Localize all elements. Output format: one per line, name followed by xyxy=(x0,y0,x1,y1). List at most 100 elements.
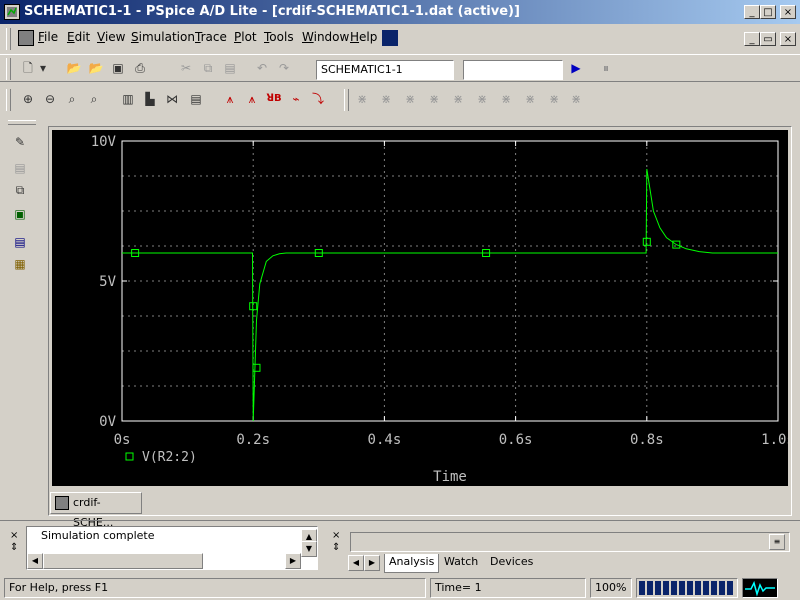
text-label-icon[interactable]: ꓤB xyxy=(264,89,284,109)
menu-edit[interactable]: Edit xyxy=(67,30,90,44)
activity-indicator xyxy=(742,578,778,598)
output-file-icon[interactable]: ▦ xyxy=(10,254,30,274)
doc-tab[interactable]: crdif-SCHE... xyxy=(50,492,142,529)
doc-restore-button[interactable]: ▭ xyxy=(760,32,776,46)
menu-plot[interactable]: Plot xyxy=(234,30,257,44)
plot-svg[interactable]: 0s 0.2s 0.4s 0.6s 0.8s 1.0s 10V 5V 0V V(R2:2) Ti… xyxy=(52,130,788,486)
doc-tab-icon xyxy=(55,496,69,510)
tab-scroll-right[interactable]: ▶ xyxy=(364,555,380,571)
cursor-min-icon[interactable]: ⋇ xyxy=(424,89,444,109)
doc-minimize-button[interactable]: _ xyxy=(744,32,760,46)
watch-close-icon[interactable]: × xyxy=(332,530,340,541)
probe-icon[interactable]: ✎ xyxy=(10,132,30,152)
menu-simulation[interactable]: Simulation xyxy=(131,30,195,44)
toolbar-grip[interactable] xyxy=(6,89,11,111)
menu-window[interactable]: Window xyxy=(302,30,349,44)
zoom-out-icon[interactable]: ⊖ xyxy=(40,89,60,109)
x-tick-label: 0s xyxy=(114,432,131,448)
simulation-profile-select[interactable]: SCHEMATIC1-1 xyxy=(316,60,454,80)
tab-analysis[interactable]: Analysis xyxy=(384,554,440,573)
output-window[interactable]: Simulation complete ▲ ▼ ◀ ▶ xyxy=(26,526,318,570)
left-toolbar-grip[interactable] xyxy=(8,120,36,125)
toolbar-grip[interactable] xyxy=(6,58,11,80)
cursor-next-icon[interactable]: ⋇ xyxy=(520,89,540,109)
performance-icon[interactable]: ⋈ xyxy=(162,89,182,109)
scroll-right-button[interactable]: ▶ xyxy=(285,553,301,569)
menu-tools[interactable]: Tools xyxy=(264,30,294,44)
cursor-max-icon[interactable]: ⋇ xyxy=(448,89,468,109)
menu-view[interactable]: View xyxy=(97,30,125,44)
progress-bar xyxy=(636,578,738,598)
axes xyxy=(121,140,779,422)
grid xyxy=(122,141,778,421)
menu-grip[interactable] xyxy=(6,28,11,50)
add-trace-icon[interactable]: ⩚ xyxy=(220,89,240,109)
copy-icon[interactable]: ⧉ xyxy=(198,58,218,78)
undo-icon[interactable]: ↶ xyxy=(252,58,272,78)
cursor-trough-icon[interactable]: ⋇ xyxy=(376,89,396,109)
tab-devices[interactable]: Devices xyxy=(486,554,537,572)
zoom-in-icon[interactable]: ⊕ xyxy=(18,89,38,109)
eval-goal-icon[interactable]: ⩚ xyxy=(242,89,262,109)
toggle-cursor-icon[interactable]: ⤵ xyxy=(308,89,328,109)
open-icon[interactable]: 📂 xyxy=(64,58,84,78)
tab-scroll-left[interactable]: ◀ xyxy=(348,555,364,571)
status-zoom: 100% xyxy=(590,578,632,598)
cursor-search-icon[interactable]: ⋇ xyxy=(496,89,516,109)
app-icon[interactable] xyxy=(4,4,20,20)
secondary-field[interactable] xyxy=(463,60,563,80)
tick-labels: 0s 0.2s 0.4s 0.6s 0.8s 1.0s 10V 5V 0V xyxy=(91,134,788,448)
save-icon[interactable]: ▣ xyxy=(108,58,128,78)
open-folder-icon[interactable]: 📂 xyxy=(86,58,106,78)
print-icon[interactable]: ⎙ xyxy=(130,58,150,78)
simulation-queue-icon[interactable]: ▤ xyxy=(10,232,30,252)
watch-pin-icon[interactable]: ⇕ xyxy=(332,542,340,553)
output-close-icon[interactable]: × xyxy=(10,530,18,541)
scroll-down-button[interactable]: ▼ xyxy=(301,541,317,557)
whatsthis-icon[interactable] xyxy=(382,30,398,46)
close-button[interactable]: × xyxy=(780,5,796,19)
view-output-icon[interactable]: ▤ xyxy=(10,158,30,178)
toolbar-grip[interactable] xyxy=(344,89,349,111)
y-tick-label: 10V xyxy=(91,134,117,150)
display-control-icon[interactable]: ▣ xyxy=(10,204,30,224)
tab-watch[interactable]: Watch xyxy=(440,554,482,572)
horizontal-scroll-thumb[interactable] xyxy=(43,553,203,569)
document-icon[interactable] xyxy=(18,30,34,46)
run-icon[interactable]: ▶ xyxy=(566,58,586,78)
new-dropdown-icon[interactable]: ▾ xyxy=(36,58,50,78)
cursor-slope-icon[interactable]: ⋇ xyxy=(400,89,420,109)
x-tick-label: 0.2s xyxy=(236,432,270,448)
progress-block xyxy=(687,581,693,595)
mark-label-icon[interactable]: ⌁ xyxy=(286,89,306,109)
cut-icon[interactable]: ✂ xyxy=(176,58,196,78)
zoom-fit-icon[interactable]: ⌕ xyxy=(84,89,104,109)
watch-scroll-button[interactable]: ≡ xyxy=(769,534,785,550)
menu-file[interactable]: File xyxy=(38,30,58,44)
cursor-mark-icon[interactable]: ⋇ xyxy=(544,89,564,109)
scroll-left-button[interactable]: ◀ xyxy=(27,553,43,569)
log-y-icon[interactable]: ▤ xyxy=(186,89,206,109)
cursor-peak-icon[interactable]: ⋇ xyxy=(352,89,372,109)
watch-panel[interactable]: ≡ xyxy=(350,532,790,552)
menu-help[interactable]: Help xyxy=(350,30,377,44)
legend-label: V(R2:2) xyxy=(142,450,197,465)
progress-block xyxy=(703,581,709,595)
zoom-area-icon[interactable]: ⌕ xyxy=(62,89,82,109)
pause-icon[interactable]: ⏸ xyxy=(596,58,616,78)
menu-trace[interactable]: Trace xyxy=(195,30,227,44)
redo-icon[interactable]: ↷ xyxy=(274,58,294,78)
cursor-point-icon[interactable]: ⋇ xyxy=(472,89,492,109)
new-icon[interactable]: 🗋 xyxy=(18,58,38,78)
cursor-label-icon[interactable]: ⋇ xyxy=(566,89,586,109)
log-x-icon[interactable]: ▥ xyxy=(118,89,138,109)
fourier-icon[interactable]: ▙ xyxy=(140,89,160,109)
trace-line[interactable] xyxy=(122,168,778,422)
minimize-button[interactable]: _ xyxy=(744,5,760,19)
plot-area[interactable]: 0s 0.2s 0.4s 0.6s 0.8s 1.0s 10V 5V 0V V(R2:2) Ti… xyxy=(52,130,788,486)
output-pin-icon[interactable]: ⇕ xyxy=(10,542,18,553)
doc-close-button[interactable]: × xyxy=(780,32,796,46)
copy-window-icon[interactable]: ⧉ xyxy=(10,180,30,200)
paste-icon[interactable]: ▤ xyxy=(220,58,240,78)
maximize-button[interactable]: □ xyxy=(760,5,776,19)
